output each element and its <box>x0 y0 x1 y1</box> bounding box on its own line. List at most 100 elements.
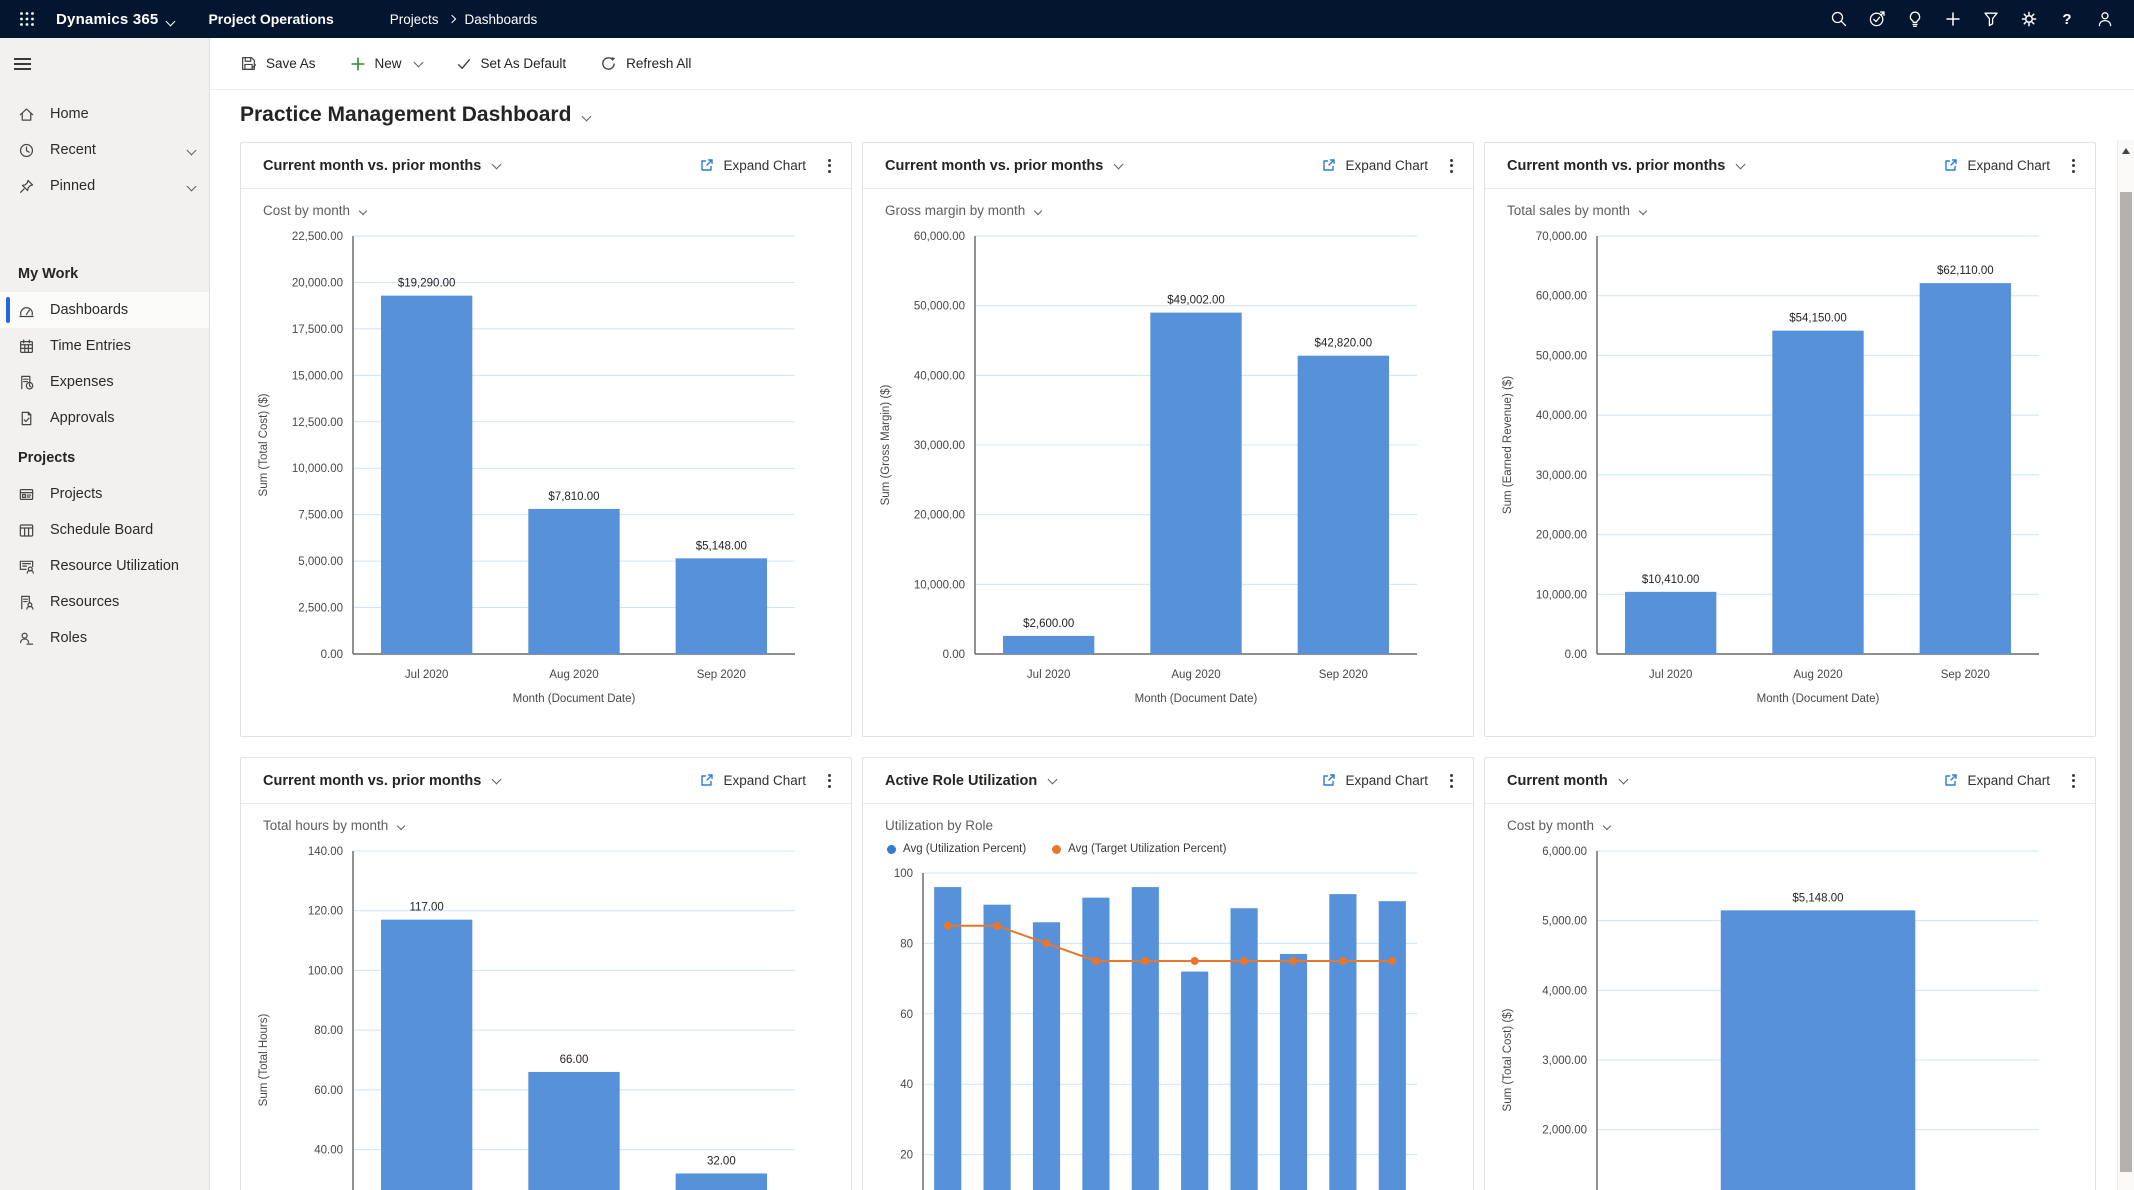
funnel-icon <box>1984 12 1998 27</box>
svg-text:60,000.00: 60,000.00 <box>914 231 965 243</box>
app-launcher-waffle-icon[interactable] <box>10 4 44 34</box>
search-button[interactable] <box>1820 4 1858 34</box>
chart-selector[interactable]: Total hours by month <box>241 804 851 833</box>
expand-chart-button[interactable]: Expand Chart <box>1321 773 1428 788</box>
chart-selector[interactable]: Gross margin by month <box>863 189 1473 218</box>
collapse-sidebar-button[interactable] <box>14 46 54 82</box>
expand-chart-button[interactable]: Expand Chart <box>1321 158 1428 173</box>
sidebar-item-dashboards[interactable]: Dashboards <box>0 292 209 328</box>
card-view-selector[interactable]: Current month vs. prior months <box>263 157 502 174</box>
sidebar-item-label: Schedule Board <box>50 522 154 538</box>
card-view-selector[interactable]: Current month vs. prior months <box>885 158 1124 174</box>
svg-text:10,000.00: 10,000.00 <box>1536 589 1587 601</box>
board-person-icon <box>19 560 34 574</box>
sidebar-item-resource-utilization[interactable]: Resource Utilization <box>0 548 209 584</box>
sidebar-item-schedule-board[interactable]: Schedule Board <box>0 512 209 548</box>
sidebar-item-projects[interactable]: Projects <box>0 476 209 512</box>
svg-text:Aug 2020: Aug 2020 <box>1793 669 1842 681</box>
breadcrumb-dashboards[interactable]: Dashboards <box>465 12 538 27</box>
chart-selector[interactable]: Total sales by month <box>1485 189 2095 218</box>
scroll-up-button[interactable] <box>2118 140 2134 162</box>
chart-selector[interactable]: Cost by month <box>241 189 851 218</box>
more-options-button[interactable] <box>1444 152 1459 179</box>
document-person-icon <box>21 595 34 610</box>
help-button[interactable]: ? <box>2048 4 2086 34</box>
sidebar-section-projects: Projects <box>18 450 76 466</box>
chevron-down-icon <box>1047 774 1058 785</box>
expand-chart-icon <box>701 159 714 171</box>
gear-icon <box>2021 11 2037 27</box>
svg-text:Sep 2020: Sep 2020 <box>1941 669 1990 681</box>
sidebar-item-expenses[interactable]: Expenses <box>0 364 209 400</box>
svg-text:Month (Document Date): Month (Document Date) <box>1135 693 1258 705</box>
svg-text:140.00: 140.00 <box>308 846 343 858</box>
task-check-button[interactable] <box>1858 4 1896 34</box>
sidebar-item-label: Approvals <box>50 410 115 426</box>
app-title: Dynamics 365 <box>56 10 159 28</box>
quick-create-button[interactable] <box>1934 4 1972 34</box>
card-view-selector[interactable]: Active Role Utilization <box>885 773 1058 789</box>
vertical-scrollbar[interactable] <box>2117 140 2134 1190</box>
svg-text:60,000.00: 60,000.00 <box>1536 291 1587 303</box>
more-options-button[interactable] <box>822 152 837 179</box>
expand-chart-button[interactable]: Expand Chart <box>699 773 806 788</box>
more-options-button[interactable] <box>822 767 837 794</box>
dashboard-selector-chevron-icon[interactable] <box>581 111 592 121</box>
svg-text:80.00: 80.00 <box>314 1025 343 1037</box>
svg-text:50,000.00: 50,000.00 <box>1536 350 1587 362</box>
svg-text:$62,110.00: $62,110.00 <box>1937 265 1994 277</box>
card-view-selector[interactable]: Current month vs. prior months <box>263 773 502 789</box>
sidebar-item-recent[interactable]: Recent <box>0 132 209 168</box>
svg-text:22,500.00: 22,500.00 <box>292 231 343 243</box>
plus-icon <box>1946 12 1960 26</box>
sidebar-item-time-entries[interactable]: Time Entries <box>0 328 209 364</box>
svg-text:$49,002.00: $49,002.00 <box>1167 295 1225 307</box>
expand-chart-button[interactable]: Expand Chart <box>1943 158 2050 173</box>
expand-chart-button[interactable]: Expand Chart <box>1943 773 2050 788</box>
more-options-button[interactable] <box>1444 767 1459 794</box>
set-as-default-button[interactable]: Set As Default <box>456 56 566 72</box>
svg-text:Jul 2020: Jul 2020 <box>1649 669 1692 681</box>
more-options-button[interactable] <box>2066 152 2081 179</box>
svg-text:120.00: 120.00 <box>308 906 343 918</box>
chart-selector-label: Gross margin by month <box>885 203 1026 218</box>
scrollbar-thumb[interactable] <box>2120 192 2132 1172</box>
sidebar-item-approvals[interactable]: Approvals <box>0 400 209 436</box>
settings-button[interactable] <box>2010 4 2048 34</box>
more-options-button[interactable] <box>2066 767 2081 794</box>
svg-text:0.00: 0.00 <box>1565 649 1587 661</box>
svg-text:100.00: 100.00 <box>308 965 343 977</box>
sidebar-item-label: Resource Utilization <box>50 558 179 574</box>
card-view-selector[interactable]: Current month vs. prior months <box>1507 158 1746 174</box>
suite-name[interactable]: Project Operations <box>208 11 333 27</box>
refresh-all-label: Refresh All <box>626 56 692 71</box>
bar-chart-total-hours: 0.0020.0040.0060.0080.00100.00120.00140.… <box>258 846 795 1190</box>
svg-text:40,000.00: 40,000.00 <box>1536 410 1587 422</box>
svg-text:$7,810.00: $7,810.00 <box>548 491 599 503</box>
expand-chart-icon <box>1945 159 1958 171</box>
sidebar-item-pinned[interactable]: Pinned <box>0 168 209 204</box>
pushpin-icon <box>20 179 34 193</box>
new-label: New <box>374 56 402 71</box>
sidebar-item-home[interactable]: Home <box>0 96 209 132</box>
lightbulb-button[interactable] <box>1896 4 1934 34</box>
chart-selector[interactable]: Cost by month <box>1485 804 2095 833</box>
account-button[interactable] <box>2086 4 2124 34</box>
svg-text:Sum (Gross Margin) ($): Sum (Gross Margin) ($) <box>880 384 892 505</box>
expand-chart-button[interactable]: Expand Chart <box>699 158 806 173</box>
card-title: Current month vs. prior months <box>263 157 482 174</box>
chevron-down-icon <box>1034 206 1043 215</box>
save-as-button[interactable]: Save As <box>240 55 316 72</box>
chevron-down-icon[interactable] <box>166 16 176 26</box>
filter-button[interactable] <box>1972 4 2010 34</box>
sidebar-item-resources[interactable]: Resources <box>0 584 209 620</box>
bar-chart-gross-margin: 0.00 10,000.00 20,000.00 30,000.00 40,000.00… <box>880 231 1417 705</box>
svg-text:$5,148.00: $5,148.00 <box>1792 892 1843 904</box>
svg-text:50,000.00: 50,000.00 <box>914 301 965 313</box>
svg-text:Jul 2020: Jul 2020 <box>405 669 448 681</box>
breadcrumb-projects[interactable]: Projects <box>390 12 439 27</box>
new-button[interactable]: New <box>350 56 423 72</box>
card-view-selector[interactable]: Current month <box>1507 773 1629 789</box>
refresh-all-button[interactable]: Refresh All <box>600 55 691 72</box>
sidebar-item-roles[interactable]: Roles <box>0 620 209 656</box>
